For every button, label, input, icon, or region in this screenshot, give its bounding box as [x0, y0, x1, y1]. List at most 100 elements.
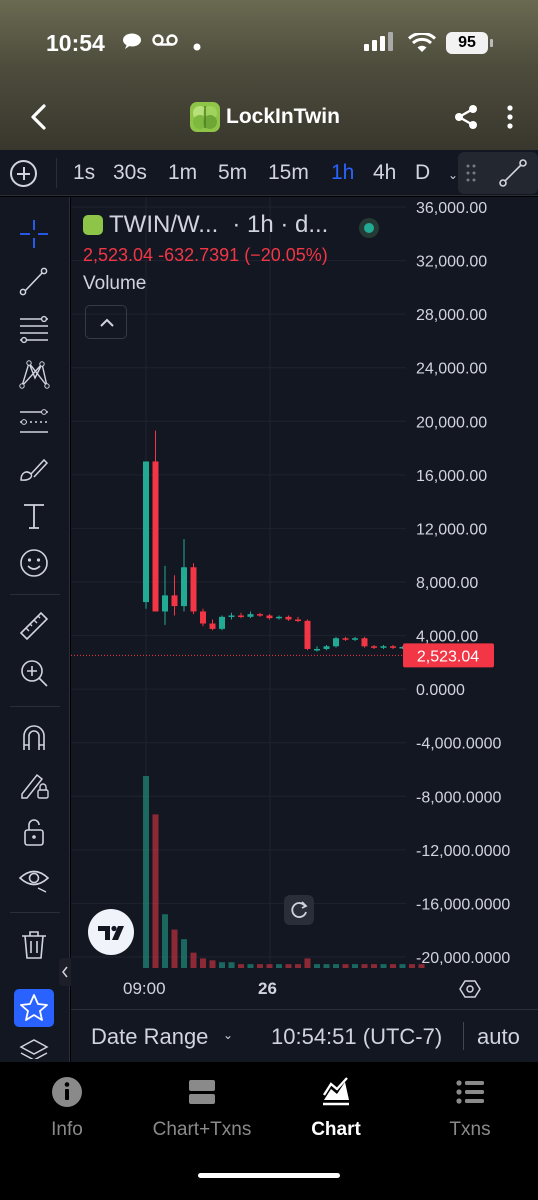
pattern-tool[interactable] [17, 358, 51, 392]
brush-icon [20, 458, 49, 481]
drag-handle-icon[interactable] [466, 164, 476, 182]
candle-body [209, 623, 216, 629]
tradingview-logo-icon[interactable] [88, 909, 134, 955]
collapse-toolbar-button[interactable] [59, 958, 71, 986]
chat-icon [122, 32, 142, 54]
date-range-button[interactable]: Date Range [91, 1024, 208, 1050]
lock-drawing-tool[interactable] [17, 768, 51, 802]
candle-body [162, 595, 168, 612]
emoji-tool[interactable] [17, 546, 51, 580]
volume-bar [304, 958, 311, 968]
nav-chart-label: Chart [311, 1119, 361, 1140]
dot-indicator-icon [193, 38, 201, 55]
forecast-tool[interactable] [17, 405, 51, 439]
interval-1s[interactable]: 1s [73, 161, 95, 185]
home-indicator [198, 1173, 340, 1178]
volume-bar [200, 958, 206, 968]
text-tool[interactable] [17, 499, 51, 533]
price-axis-label: 4,000.00 [416, 629, 478, 646]
candle-body [285, 616, 292, 620]
current-price-tag-label: 2,523.04 [417, 648, 479, 665]
drawing-toolbar [0, 197, 71, 1062]
price-axis-label: 12,000.00 [416, 521, 487, 538]
collapse-legend-button[interactable] [85, 305, 127, 339]
interval-1h[interactable]: 1h [331, 161, 354, 185]
market-status-icon [359, 218, 379, 238]
interval-4h[interactable]: 4h [373, 161, 396, 185]
measure-tool[interactable] [17, 609, 51, 643]
candle-body [219, 616, 225, 629]
chart-txns-icon [189, 1080, 215, 1104]
price-chart[interactable]: 36,000.00 32,000.00 28,000.00 24,000.00 20,0… [71, 197, 538, 1009]
favorites-tool[interactable] [14, 989, 54, 1027]
eye-icon [18, 870, 50, 893]
visibility-tool[interactable] [17, 862, 51, 896]
nav-chart-txns-label: Chart+Txns [152, 1119, 252, 1140]
clock-timezone[interactable]: 10:54:51 (UTC-7) [271, 1024, 442, 1050]
divider [10, 706, 60, 707]
nav-txns[interactable]: Txns [440, 1076, 500, 1156]
nav-chart[interactable]: Chart [302, 1076, 370, 1156]
settings-icon[interactable] [459, 978, 481, 1000]
interval-toolbar: 1s 30s 1m 5m 15m 1h 4h D ⌄ [0, 150, 538, 196]
volume-bar [190, 952, 197, 968]
star-icon [20, 994, 48, 1021]
price-axis-label: -12,000.0000 [416, 843, 510, 860]
trend-line-tool[interactable] [17, 264, 51, 298]
time-axis[interactable]: 09:00 26 [71, 968, 538, 1008]
layers-tool[interactable] [17, 1035, 51, 1059]
trend-line-tool-icon[interactable] [498, 158, 528, 188]
nav-chart-txns[interactable]: Chart+Txns [142, 1076, 262, 1156]
crosshair-tool[interactable] [17, 217, 51, 251]
price-axis-label: 32,000.00 [416, 254, 487, 271]
back-button[interactable] [24, 100, 54, 134]
nav-info-label: Info [51, 1119, 83, 1140]
chevron-left-icon [31, 104, 46, 130]
symbol-name[interactable]: TWIN/W... [109, 211, 218, 239]
chevron-down-icon[interactable]: ⌄ [448, 168, 458, 182]
voicemail-icon [152, 32, 178, 52]
info-icon [52, 1077, 82, 1107]
candle-body [190, 567, 197, 612]
more-options-button[interactable] [500, 103, 520, 131]
remove-drawings-tool[interactable] [17, 927, 51, 961]
volume-bar [181, 939, 187, 968]
volume-bar [162, 914, 168, 968]
unlock-icon [24, 819, 44, 846]
status-time: 10:54 [46, 30, 105, 56]
candlestick-chart[interactable]: 36,000.00 32,000.00 28,000.00 24,000.00 20,0… [71, 197, 538, 1009]
brush-tool[interactable] [17, 452, 51, 486]
reset-chart-button[interactable] [284, 895, 314, 925]
horizontal-lines-tool[interactable] [17, 311, 51, 345]
zoom-tool[interactable] [17, 656, 51, 690]
interval-30s[interactable]: 30s [113, 161, 147, 185]
candle-body [371, 646, 377, 648]
add-indicator-button[interactable] [10, 160, 37, 187]
candle-body [200, 611, 206, 624]
auto-scale-button[interactable]: auto [477, 1024, 520, 1050]
share-button[interactable] [452, 103, 480, 131]
vertical-dots-icon [507, 105, 513, 129]
price-axis-label: 8,000.00 [416, 575, 478, 592]
magnet-tool[interactable] [17, 721, 51, 755]
divider [56, 158, 57, 188]
ruler-icon [19, 611, 49, 641]
chevron-down-icon[interactable]: ⌄ [223, 1028, 233, 1042]
interval-15m[interactable]: 15m [268, 161, 309, 185]
nav-info[interactable]: Info [34, 1076, 100, 1156]
trash-icon [22, 931, 46, 959]
candle-body [181, 567, 187, 607]
price-axis-label: 0.0000 [416, 682, 465, 699]
price-axis-label: 20,000.00 [416, 414, 487, 431]
lock-all-tool[interactable] [17, 815, 51, 849]
interval-d[interactable]: D [415, 161, 430, 185]
volume-bar [171, 929, 178, 968]
candle-body [323, 646, 330, 649]
token-title: LockInTwin [190, 102, 340, 132]
chart-legend: TWIN/W... · 1h · d... 2,523.04 -632.7391… [83, 211, 328, 295]
interval-5m[interactable]: 5m [218, 161, 247, 185]
interval-1m[interactable]: 1m [168, 161, 197, 185]
app-header: 10:54 95 LockInTwin [0, 0, 538, 150]
price-axis-label: 28,000.00 [416, 307, 487, 324]
crosshair-icon [20, 220, 48, 248]
